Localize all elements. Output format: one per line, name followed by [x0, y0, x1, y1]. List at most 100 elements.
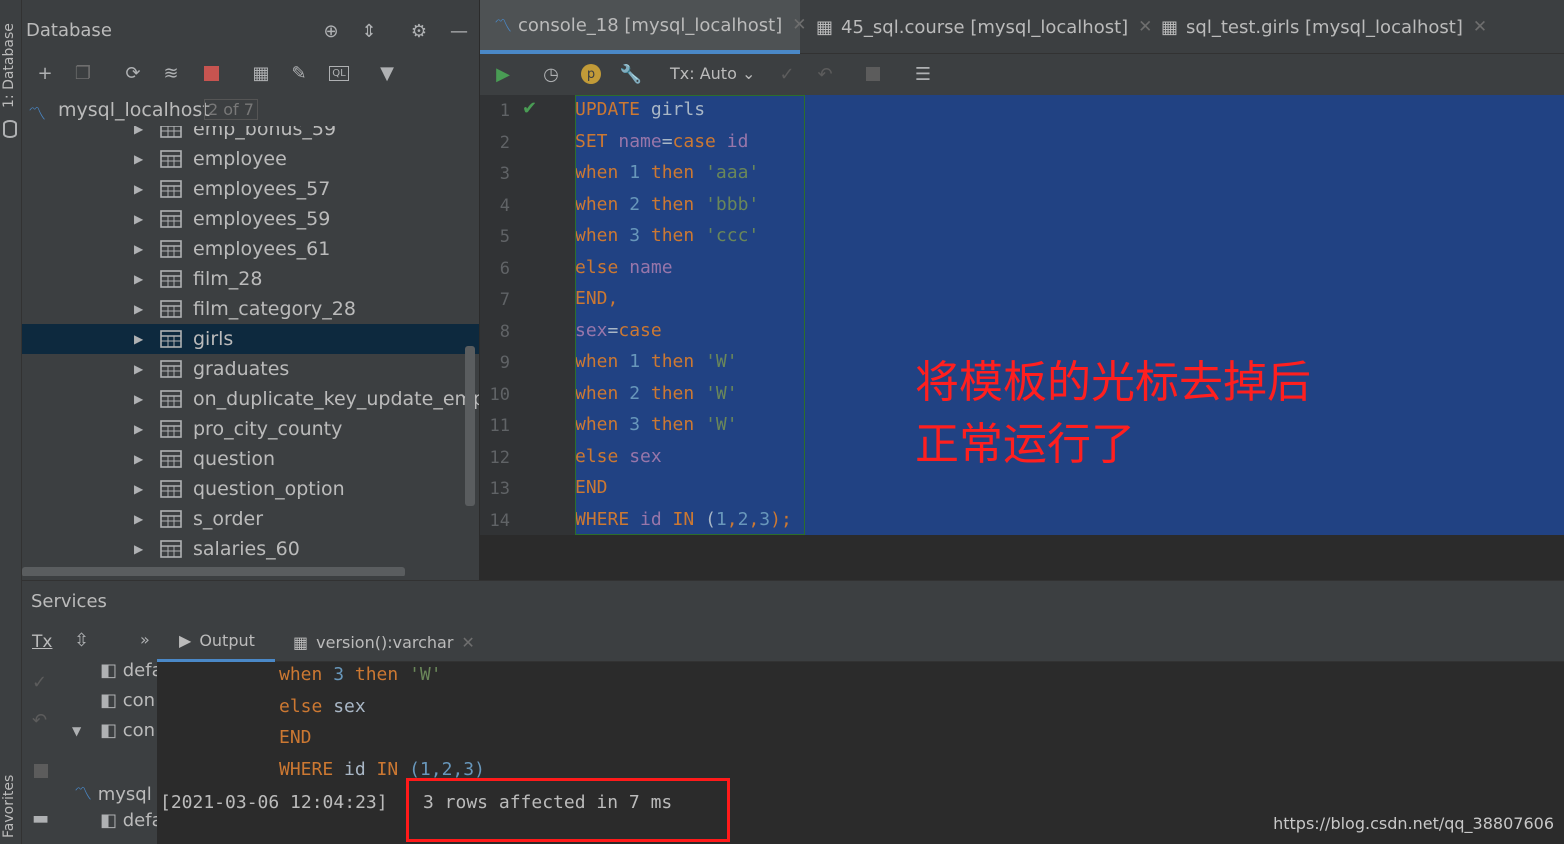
table-icon: ▦	[293, 632, 309, 652]
ql-console-icon[interactable]: QL	[326, 60, 352, 86]
run-icon[interactable]: ▶	[490, 61, 516, 87]
crosshair-icon[interactable]: ⊕	[318, 18, 344, 44]
close-icon[interactable]: ✕	[792, 15, 806, 35]
expand-arrow-icon[interactable]: ▶	[134, 542, 143, 556]
tab-console-18[interactable]: 〽 console_18 [mysql_localhost] ✕	[480, 0, 807, 54]
commit-icon[interactable]: ✓	[774, 61, 800, 87]
expand-all-icon[interactable]: ⇳	[74, 630, 89, 651]
more-icon[interactable]: »	[140, 630, 150, 649]
table-view-icon[interactable]: ▦	[248, 60, 274, 86]
tree-item-label: pro_city_county	[193, 418, 343, 440]
expand-arrow-icon[interactable]: ▶	[134, 152, 143, 166]
tree-item-salaries-60[interactable]: ▶ salaries_60	[22, 534, 479, 564]
tx-mode-select[interactable]: Tx: Auto ⌄	[670, 64, 755, 83]
schema-sync-icon[interactable]: ≋	[158, 60, 184, 86]
rollback-icon[interactable]: ↶	[32, 710, 47, 731]
stop-icon[interactable]	[860, 61, 886, 87]
expand-arrow-icon[interactable]: ▶	[134, 182, 143, 196]
edit-icon[interactable]: ✎	[286, 60, 312, 86]
tree-item-s-order[interactable]: ▶ s_order	[22, 504, 479, 534]
tree-scrollbar[interactable]	[465, 346, 475, 506]
services-tree-item[interactable]: ◧ defa	[100, 660, 157, 681]
tree-item-employees-61[interactable]: ▶ employees_61	[22, 234, 479, 264]
tab-sql-test-girls[interactable]: ▦ sql_test.girls [mysql_localhost] ✕	[1161, 0, 1491, 54]
filter-icon[interactable]: ▼	[374, 60, 400, 86]
gear-icon[interactable]: ⚙	[406, 18, 432, 44]
table-icon	[160, 360, 182, 378]
wrench-icon[interactable]: 🔧	[618, 61, 644, 87]
collapse-icon[interactable]: ⇕	[356, 18, 382, 44]
services-tree-label: defa	[122, 660, 157, 681]
duplicate-icon[interactable]: ❐	[70, 60, 96, 86]
expand-arrow-icon[interactable]: ▶	[134, 302, 143, 316]
editor-tab-bar: 〽 console_18 [mysql_localhost] ✕ ▦ 45_sq…	[480, 0, 1564, 54]
tree-item-employee[interactable]: ▶ employee	[22, 144, 479, 174]
expand-arrow-icon[interactable]: ▶	[134, 272, 143, 286]
history-icon[interactable]: ◷	[538, 61, 564, 87]
services-tree-item[interactable]: ◧ defa	[100, 810, 157, 831]
tree-item-film-28[interactable]: ▶ film_28	[22, 264, 479, 294]
tree-item-employees-59[interactable]: ▶ employees_59	[22, 204, 479, 234]
tree-item-question[interactable]: ▶ question	[22, 444, 479, 474]
editor-gutter: 1 2 3 4 5 6 7 8 9 10 11 12 13 14 ✔	[480, 95, 575, 543]
expand-arrow-icon[interactable]: ▶	[134, 126, 143, 136]
table-icon	[160, 420, 182, 438]
tree-item-label: employees_61	[193, 238, 331, 260]
expand-arrow-icon[interactable]: ▶	[134, 332, 143, 346]
database-tool-tab[interactable]: 1: Database	[1, 23, 17, 108]
close-icon[interactable]: ✕	[1473, 17, 1487, 37]
close-icon[interactable]: ✕	[1138, 17, 1152, 37]
output-layout-icon[interactable]: ☰	[910, 61, 936, 87]
services-tab-bar: ▶ Output ▦ version():varchar ✕	[157, 622, 1564, 662]
table-icon	[160, 450, 182, 468]
tree-item-pro-city-county[interactable]: ▶ pro_city_county	[22, 414, 479, 444]
services-tree-item[interactable]: 〽 mysql	[74, 780, 157, 806]
tree-item-label: on_duplicate_key_update_employ	[193, 388, 479, 410]
tx-button[interactable]: Tx	[32, 632, 52, 652]
expand-arrow-icon[interactable]: ▶	[134, 452, 143, 466]
connection-row[interactable]: 〽 mysql_localhost 2 of 7	[22, 96, 479, 126]
layout-icon[interactable]: ▬	[32, 808, 49, 829]
tree-item-emp-bonus-59[interactable]: ▶ emp_bonus_59	[22, 126, 479, 144]
stop-icon[interactable]	[198, 60, 224, 86]
tree-item-label: salaries_60	[193, 538, 300, 560]
tree-item-girls[interactable]: ▶ girls	[22, 324, 479, 354]
tree-item-graduates[interactable]: ▶ graduates	[22, 354, 479, 384]
rollback-icon[interactable]: ↶	[812, 61, 838, 87]
expand-arrow-icon[interactable]: ▶	[134, 512, 143, 526]
tree-hscrollbar[interactable]	[22, 567, 405, 576]
tree-item-question-option[interactable]: ▶ question_option	[22, 474, 479, 504]
minimize-icon[interactable]: —	[446, 18, 472, 44]
stop-icon[interactable]	[34, 764, 48, 778]
log-timestamp: [2021-03-06 12:04:23]	[160, 792, 388, 813]
add-icon[interactable]: +	[32, 60, 58, 86]
collapse-arrow-icon[interactable]: ▼	[72, 724, 81, 738]
line-number: 11	[489, 416, 510, 436]
tab-output[interactable]: ▶ Output	[157, 622, 275, 662]
expand-arrow-icon[interactable]: ▶	[134, 212, 143, 226]
expand-arrow-icon[interactable]: ▶	[134, 362, 143, 376]
close-icon[interactable]: ✕	[461, 633, 474, 652]
expand-arrow-icon[interactable]: ▶	[134, 392, 143, 406]
tree-item-film-category-28[interactable]: ▶ film_category_28	[22, 294, 479, 324]
favorites-tool-tab[interactable]: Favorites	[1, 775, 17, 838]
selection-outline	[575, 95, 805, 535]
tab-version-varchar[interactable]: ▦ version():varchar ✕	[293, 622, 475, 662]
services-tree-item[interactable]: ◧ con	[100, 720, 157, 741]
tab-45-sql-course[interactable]: ▦ 45_sql.course [mysql_localhost] ✕	[816, 0, 1152, 54]
services-tree-item[interactable]: ◧ con	[100, 690, 157, 711]
tree-item-employees-57[interactable]: ▶ employees_57	[22, 174, 479, 204]
refresh-icon[interactable]: ⟳	[120, 60, 146, 86]
line-number: 3	[499, 164, 510, 184]
tree-item-on-duplicate-key-update-employ[interactable]: ▶ on_duplicate_key_update_employ	[22, 384, 479, 414]
expand-arrow-icon[interactable]: ▶	[134, 482, 143, 496]
database-panel-title: Database	[26, 20, 112, 41]
line-number: 2	[499, 132, 510, 153]
tab-label: console_18 [mysql_localhost]	[518, 14, 783, 36]
services-tree-label: mysql	[97, 784, 152, 805]
commit-icon[interactable]: ✓	[32, 672, 47, 693]
expand-arrow-icon[interactable]: ▶	[134, 242, 143, 256]
profile-icon[interactable]: p	[578, 61, 604, 87]
expand-arrow-icon[interactable]: ▶	[134, 422, 143, 436]
code-token: id	[333, 758, 377, 780]
